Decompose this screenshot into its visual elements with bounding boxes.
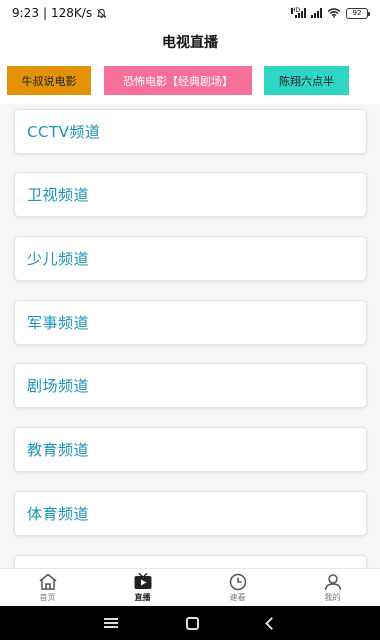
channel-item-kids[interactable]: 少儿频道 [14,236,367,281]
battery-icon: 92 [346,7,370,19]
channel-label: 教育频道 [27,441,90,459]
back-icon[interactable] [265,616,278,630]
channel-label: 少儿频道 [27,250,90,268]
channel-label: CCTV频道 [27,123,101,141]
tag-label: 陈翔六点半 [279,74,334,88]
status-left: 9:23 | 128K/s [12,6,107,20]
channel-item-satellite[interactable]: 卫视频道 [14,172,367,217]
system-home-icon[interactable] [186,616,199,630]
channel-item-partial[interactable] [14,555,367,568]
status-time: 9:23 [12,6,39,20]
status-network-speed: 128K/s [51,6,93,20]
channel-label: 卫视频道 [27,186,90,204]
signal-hd-icon: HD [291,8,306,18]
nav-label: 速看 [229,592,246,602]
channel-item-education[interactable]: 教育频道 [14,427,367,472]
bottom-nav: 首页 直播 速看 我的 [0,568,380,606]
channel-label: 军事频道 [27,314,90,332]
tag-niushu-movie[interactable]: 牛叔说电影 [7,66,91,95]
nav-home[interactable]: 首页 [0,569,95,606]
channel-item-sports[interactable]: 体育频道 [14,491,367,536]
status-separator: | [42,6,47,20]
tag-chenxiang[interactable]: 陈翔六点半 [264,66,349,95]
tag-label: 恐怖电影【经典剧场】 [123,74,233,88]
channel-list[interactable]: CCTV频道 卫视频道 少儿频道 军事频道 剧场频道 教育频道 体育频道 [0,104,380,568]
featured-tags: 牛叔说电影 恐怖电影【经典剧场】 陈翔六点半 [0,58,380,104]
channel-label: 剧场频道 [27,377,90,395]
status-bar: 9:23 | 128K/s HD 92 [0,0,380,26]
channel-item-military[interactable]: 军事频道 [14,300,367,345]
nav-label: 直播 [134,592,151,602]
tv-play-icon [134,572,151,589]
channel-item-cctv[interactable]: CCTV频道 [14,109,367,154]
user-icon [324,573,341,590]
channel-label: 体育频道 [27,505,90,523]
tag-label: 牛叔说电影 [21,74,77,88]
clock-icon [229,573,246,590]
home-icon [39,573,56,590]
page-title: 电视直播 [162,35,218,51]
signal-icon [311,8,322,18]
nav-live[interactable]: 直播 [95,569,190,606]
nav-quick-watch[interactable]: 速看 [190,569,285,606]
tag-horror-movie[interactable]: 恐怖电影【经典剧场】 [104,66,252,95]
page-title-bar: 电视直播 [0,26,380,58]
nav-mine[interactable]: 我的 [285,569,380,606]
menu-icon[interactable] [104,618,118,628]
status-right: HD 92 [291,7,370,19]
nav-label: 我的 [324,592,341,602]
bell-muted-icon [96,8,107,18]
nav-label: 首页 [39,592,56,602]
system-nav-bar [0,606,380,640]
channel-item-theater[interactable]: 剧场频道 [14,363,367,408]
wifi-icon [327,8,341,18]
